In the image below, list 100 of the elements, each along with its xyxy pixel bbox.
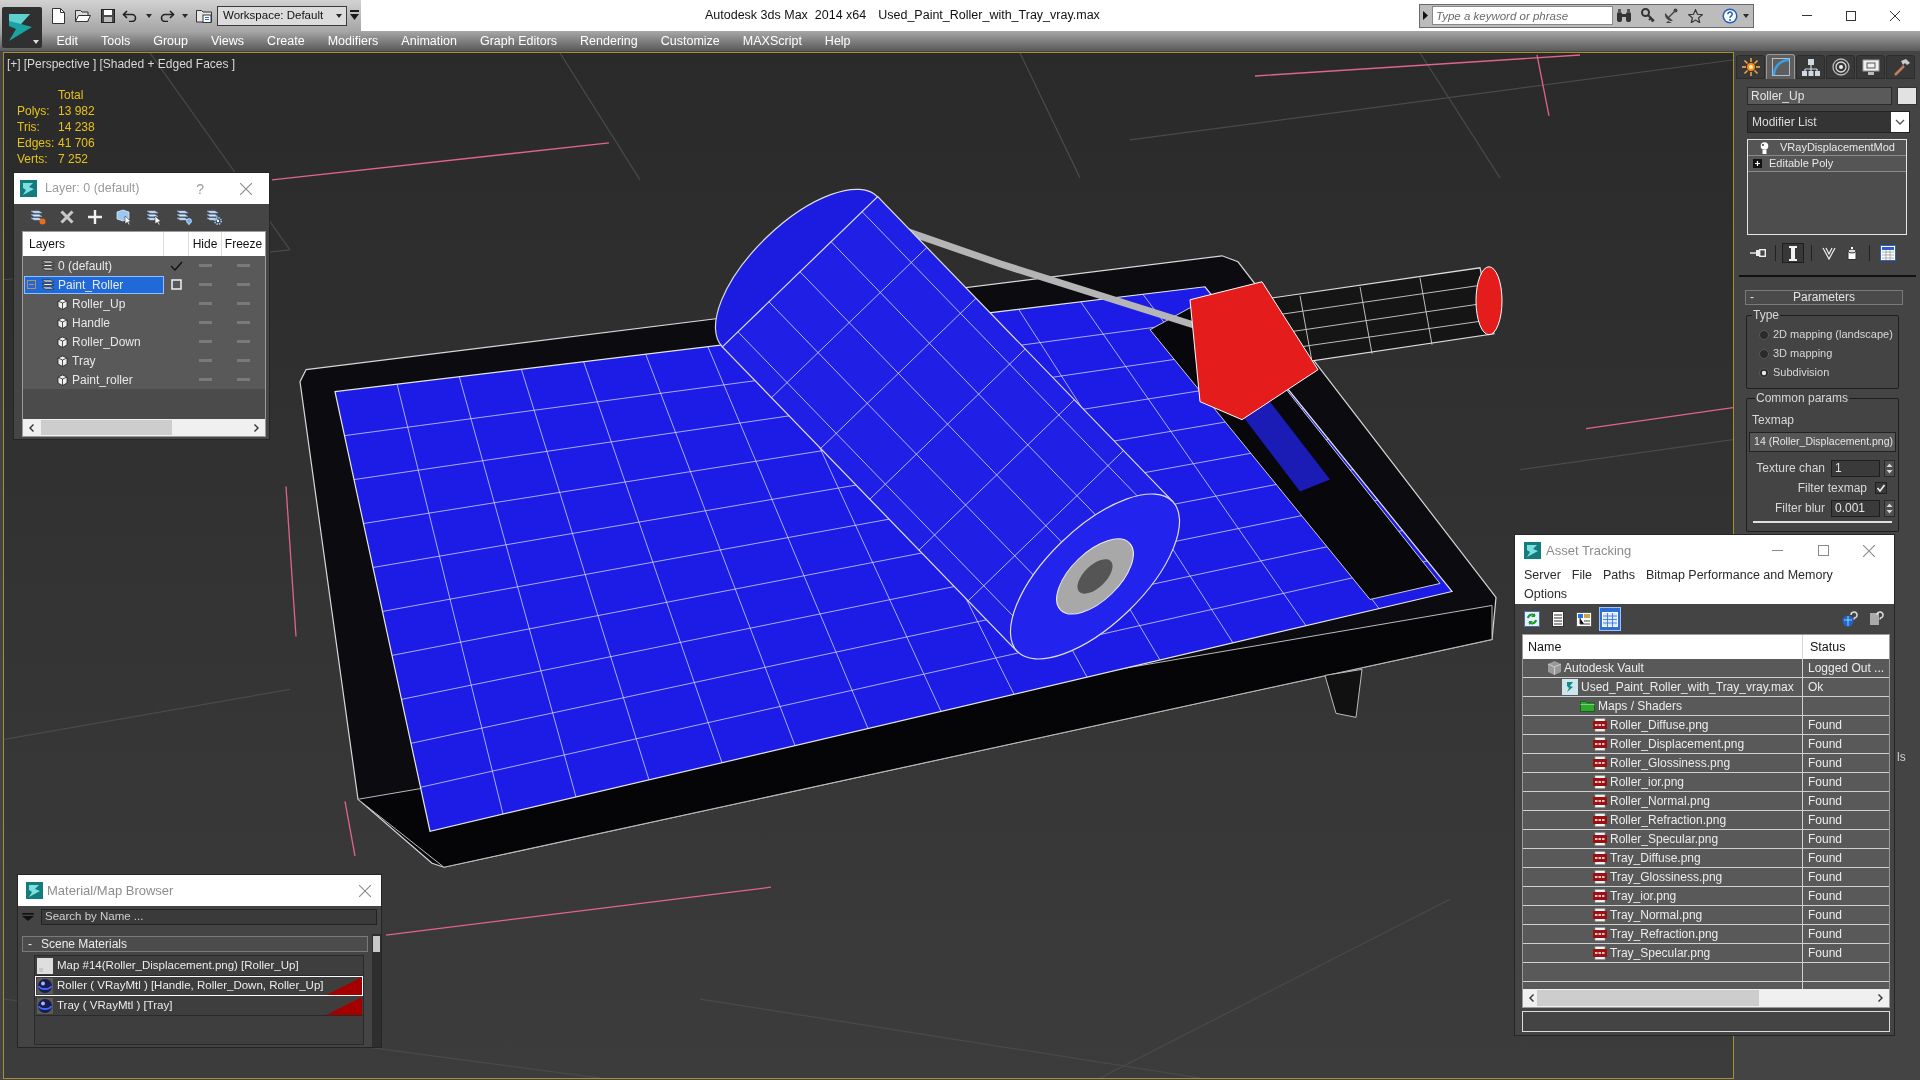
modifier-item[interactable]: Editable Poly [1748, 156, 1906, 172]
caret-icon[interactable] [182, 13, 188, 18]
layer-item[interactable]: Paint_Roller [24, 275, 164, 294]
asset-row[interactable]: Roller_Glossiness.png Found [1523, 754, 1889, 773]
menu-item[interactable]: Customize [649, 31, 732, 51]
material-item[interactable]: Tray ( VRayMtl ) [Tray] [35, 996, 363, 1016]
menu-item[interactable]: Modifiers [316, 31, 390, 51]
key-icon[interactable] [1641, 8, 1655, 23]
command-panel-tab[interactable] [1856, 55, 1885, 79]
search-field[interactable]: Type a keyword or phrase [1432, 6, 1613, 25]
radio-button[interactable] [1759, 348, 1769, 359]
spinner-field[interactable]: 0.001 [1831, 499, 1880, 517]
caret-icon[interactable] [146, 13, 152, 18]
menu-item[interactable]: Animation [389, 31, 469, 51]
collapse-toggle[interactable]: - [1746, 291, 1754, 304]
new-file-icon[interactable] [52, 7, 65, 24]
asset-row[interactable]: Roller_Refraction.png Found [1523, 811, 1889, 830]
expand-arrow-icon[interactable] [1423, 11, 1428, 20]
modifier-item[interactable]: VRayDisplacementMod [1748, 140, 1906, 156]
star-icon[interactable] [1688, 8, 1703, 23]
asset-row[interactable]: Roller_Displacement.png Found [1523, 735, 1889, 754]
menu-item[interactable]: Help [813, 31, 863, 51]
material-item[interactable]: Roller ( VRayMtl ) [Handle, Roller_Down, Roller_Up] [35, 976, 363, 996]
menu-item[interactable]: Tools [89, 31, 142, 51]
layers-pin-icon[interactable] [176, 208, 192, 225]
scroll-right-icon[interactable] [254, 423, 259, 432]
asset-row[interactable]: Tray_Refraction.png Found [1523, 925, 1889, 944]
open-folder-icon[interactable] [75, 9, 91, 22]
spinner-field[interactable]: 1 [1831, 459, 1880, 477]
object-item[interactable]: Roller_Up [24, 294, 164, 313]
maximize-icon[interactable] [1846, 10, 1856, 21]
checkbox-icon[interactable] [171, 279, 182, 290]
viewport-menu-label[interactable]: [+] [7, 57, 21, 71]
column-header[interactable]: Freeze [222, 232, 265, 256]
asset-row[interactable]: Tray_ior.png Found [1523, 887, 1889, 906]
horizontal-scrollbar[interactable] [1523, 989, 1889, 1007]
vertical-scrollbar[interactable] [372, 934, 381, 1047]
spinner-arrows-icon[interactable] [1884, 499, 1895, 517]
menu-item[interactable]: Rendering [568, 31, 650, 51]
viewport-menu-label[interactable]: [Shaded + Edged Faces ] [99, 57, 236, 71]
scrollbar-thumb[interactable] [1537, 990, 1759, 1006]
layers-gear-icon[interactable] [206, 208, 222, 225]
cube-arrow-icon[interactable] [116, 208, 132, 225]
search-field[interactable]: Search by Name ... [41, 909, 377, 925]
asset-row[interactable]: Roller_ior.png Found [1523, 773, 1889, 792]
help-globe-icon[interactable] [1842, 611, 1858, 627]
light-bulb-icon[interactable] [1760, 141, 1769, 154]
menu-item[interactable]: Server [1524, 566, 1561, 585]
help-icon[interactable] [1722, 7, 1738, 24]
layers-star-icon[interactable] [30, 208, 46, 225]
save-icon[interactable] [101, 8, 115, 23]
asset-row[interactable]: Roller_Specular.png Found [1523, 830, 1889, 849]
asset-row[interactable]: Maps / Shaders [1523, 697, 1889, 716]
cross-icon[interactable] [60, 209, 74, 224]
asset-row[interactable]: Tray_Specular.png Found [1523, 944, 1889, 963]
command-panel-tab[interactable] [1886, 55, 1915, 79]
close-icon[interactable] [1890, 10, 1900, 21]
texmap-button[interactable]: 14 (Roller_Displacement.png) [1749, 432, 1896, 452]
project-folder-icon[interactable] [196, 8, 212, 23]
command-panel-tab[interactable] [1796, 55, 1825, 79]
caret-icon[interactable] [1743, 13, 1749, 18]
undo-icon[interactable] [122, 9, 138, 22]
asset-row[interactable]: Roller_Normal.png Found [1523, 792, 1889, 811]
color-swatch-icon[interactable] [1897, 87, 1917, 105]
horizontal-scrollbar[interactable] [23, 419, 265, 436]
menu-item[interactable]: Options [1524, 585, 1568, 604]
asset-row[interactable]: Autodesk Vault Logged Out ... [1523, 659, 1889, 678]
command-panel-tab[interactable] [1736, 55, 1765, 79]
object-item[interactable]: Tray [24, 351, 164, 370]
menu-item[interactable]: MAXScript [731, 31, 814, 51]
asset-row[interactable]: Roller_Diffuse.png Found [1523, 716, 1889, 735]
menu-item[interactable]: File [1571, 566, 1592, 585]
asset-row[interactable]: Used_Paint_Roller_with_Tray_vray.max Ok [1523, 678, 1889, 697]
collapse-toggle[interactable]: - [23, 937, 32, 951]
app-logo-icon[interactable] [2, 7, 42, 48]
checkbox[interactable] [1875, 482, 1887, 494]
radio-button[interactable] [1759, 367, 1769, 378]
viewport-menu-label[interactable]: [Perspective ] [23, 57, 97, 71]
stack-button[interactable] [1782, 243, 1804, 263]
spinner-arrows-icon[interactable] [1884, 459, 1895, 477]
rollout-header[interactable]: - Parameters [1745, 290, 1903, 305]
scrollbar-thumb[interactable] [373, 936, 380, 952]
binoculars-icon[interactable] [1616, 8, 1632, 23]
scroll-left-icon[interactable] [29, 423, 34, 432]
object-item[interactable]: Paint_roller [24, 370, 164, 389]
radio-button[interactable] [1759, 329, 1769, 340]
object-item[interactable]: Roller_Down [24, 332, 164, 351]
group-header[interactable]: - Scene Materials [22, 936, 368, 952]
command-panel-tab[interactable] [1826, 55, 1855, 79]
scrollbar-thumb[interactable] [41, 420, 172, 435]
asset-row[interactable]: Tray_Normal.png Found [1523, 906, 1889, 925]
layer-item[interactable]: 0 (default) [24, 256, 164, 275]
workspace-dropdown[interactable]: Workspace: Default [217, 5, 347, 26]
menu-item[interactable]: Create [255, 31, 317, 51]
scroll-right-icon[interactable] [1878, 994, 1883, 1002]
menu-item[interactable]: Paths [1603, 566, 1635, 585]
menu-item[interactable]: Graph Editors [468, 31, 569, 51]
plus-icon[interactable] [88, 209, 102, 224]
asset-row[interactable]: Tray_Diffuse.png Found [1523, 849, 1889, 868]
stack-button[interactable] [1877, 243, 1899, 263]
